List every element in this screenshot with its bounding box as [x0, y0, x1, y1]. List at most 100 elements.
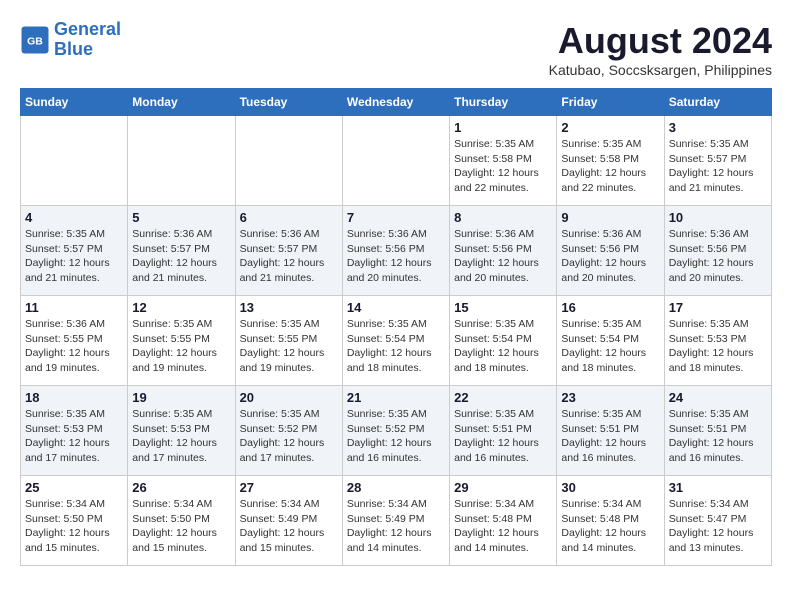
day-number: 22 [454, 390, 552, 405]
day-info: Sunrise: 5:35 AM Sunset: 5:53 PM Dayligh… [132, 407, 230, 466]
calendar-cell: 10 Sunrise: 5:36 AM Sunset: 5:56 PM Dayli… [664, 206, 771, 296]
day-of-week-header: Thursday [450, 89, 557, 116]
day-of-week-header: Friday [557, 89, 664, 116]
day-number: 8 [454, 210, 552, 225]
calendar-cell [235, 116, 342, 206]
day-number: 2 [561, 120, 659, 135]
calendar-cell: 2 Sunrise: 5:35 AM Sunset: 5:58 PM Daylig… [557, 116, 664, 206]
page-header: GB General Blue August 2024 Katubao, Soc… [20, 20, 772, 78]
day-info: Sunrise: 5:35 AM Sunset: 5:53 PM Dayligh… [669, 317, 767, 376]
calendar-cell: 17 Sunrise: 5:35 AM Sunset: 5:53 PM Dayli… [664, 296, 771, 386]
day-info: Sunrise: 5:35 AM Sunset: 5:54 PM Dayligh… [347, 317, 445, 376]
calendar-header-row: SundayMondayTuesdayWednesdayThursdayFrid… [21, 89, 772, 116]
day-info: Sunrise: 5:36 AM Sunset: 5:56 PM Dayligh… [454, 227, 552, 286]
day-info: Sunrise: 5:36 AM Sunset: 5:57 PM Dayligh… [132, 227, 230, 286]
calendar-cell: 20Sunrise: 5:35 AM Sunset: 5:52 PM Dayli… [235, 386, 342, 476]
day-of-week-header: Tuesday [235, 89, 342, 116]
day-number: 5 [132, 210, 230, 225]
day-number: 24 [669, 390, 767, 405]
day-number: 31 [669, 480, 767, 495]
calendar-cell: 23Sunrise: 5:35 AM Sunset: 5:51 PM Dayli… [557, 386, 664, 476]
day-number: 17 [669, 300, 767, 315]
day-info: Sunrise: 5:34 AM Sunset: 5:49 PM Dayligh… [240, 497, 338, 556]
calendar-cell: 5 Sunrise: 5:36 AM Sunset: 5:57 PM Daylig… [128, 206, 235, 296]
day-number: 12 [132, 300, 230, 315]
day-info: Sunrise: 5:35 AM Sunset: 5:58 PM Dayligh… [454, 137, 552, 196]
day-info: Sunrise: 5:35 AM Sunset: 5:58 PM Dayligh… [561, 137, 659, 196]
day-info: Sunrise: 5:35 AM Sunset: 5:53 PM Dayligh… [25, 407, 123, 466]
day-info: Sunrise: 5:36 AM Sunset: 5:56 PM Dayligh… [561, 227, 659, 286]
day-info: Sunrise: 5:34 AM Sunset: 5:49 PM Dayligh… [347, 497, 445, 556]
day-info: Sunrise: 5:35 AM Sunset: 5:54 PM Dayligh… [454, 317, 552, 376]
calendar-cell [128, 116, 235, 206]
day-of-week-header: Wednesday [342, 89, 449, 116]
day-number: 16 [561, 300, 659, 315]
calendar-week-row: 25 Sunrise: 5:34 AM Sunset: 5:50 PM Dayli… [21, 476, 772, 566]
calendar-cell: 29 Sunrise: 5:34 AM Sunset: 5:48 PM Dayli… [450, 476, 557, 566]
day-number: 30 [561, 480, 659, 495]
day-info: Sunrise: 5:36 AM Sunset: 5:57 PM Dayligh… [240, 227, 338, 286]
day-number: 4 [25, 210, 123, 225]
day-info: Sunrise: 5:35 AM Sunset: 5:55 PM Dayligh… [240, 317, 338, 376]
title-block: August 2024 Katubao, Soccsksargen, Phili… [549, 20, 772, 78]
day-info: Sunrise: 5:35 AM Sunset: 5:51 PM Dayligh… [669, 407, 767, 466]
day-info: Sunrise: 5:34 AM Sunset: 5:48 PM Dayligh… [454, 497, 552, 556]
day-number: 28 [347, 480, 445, 495]
calendar-cell [342, 116, 449, 206]
calendar-cell: 13Sunrise: 5:35 AM Sunset: 5:55 PM Dayli… [235, 296, 342, 386]
calendar-cell: 11 Sunrise: 5:36 AM Sunset: 5:55 PM Dayli… [21, 296, 128, 386]
day-number: 26 [132, 480, 230, 495]
day-of-week-header: Saturday [664, 89, 771, 116]
day-info: Sunrise: 5:35 AM Sunset: 5:57 PM Dayligh… [25, 227, 123, 286]
day-info: Sunrise: 5:34 AM Sunset: 5:50 PM Dayligh… [132, 497, 230, 556]
day-number: 19 [132, 390, 230, 405]
day-info: Sunrise: 5:35 AM Sunset: 5:54 PM Dayligh… [561, 317, 659, 376]
day-info: Sunrise: 5:34 AM Sunset: 5:50 PM Dayligh… [25, 497, 123, 556]
calendar-cell: 19 Sunrise: 5:35 AM Sunset: 5:53 PM Dayli… [128, 386, 235, 476]
calendar-cell: 27 Sunrise: 5:34 AM Sunset: 5:49 PM Dayli… [235, 476, 342, 566]
day-number: 27 [240, 480, 338, 495]
day-of-week-header: Monday [128, 89, 235, 116]
day-number: 10 [669, 210, 767, 225]
day-info: Sunrise: 5:34 AM Sunset: 5:47 PM Dayligh… [669, 497, 767, 556]
day-info: Sunrise: 5:36 AM Sunset: 5:56 PM Dayligh… [669, 227, 767, 286]
logo-line1: General [54, 19, 121, 39]
day-number: 3 [669, 120, 767, 135]
day-info: Sunrise: 5:35 AM Sunset: 5:57 PM Dayligh… [669, 137, 767, 196]
calendar-cell: 18 Sunrise: 5:35 AM Sunset: 5:53 PM Dayli… [21, 386, 128, 476]
calendar-cell: 28 Sunrise: 5:34 AM Sunset: 5:49 PM Dayli… [342, 476, 449, 566]
calendar-week-row: 4 Sunrise: 5:35 AM Sunset: 5:57 PM Daylig… [21, 206, 772, 296]
day-info: Sunrise: 5:34 AM Sunset: 5:48 PM Dayligh… [561, 497, 659, 556]
calendar-cell: 16 Sunrise: 5:35 AM Sunset: 5:54 PM Dayli… [557, 296, 664, 386]
day-number: 20 [240, 390, 338, 405]
logo: GB General Blue [20, 20, 121, 60]
calendar-cell: 31 Sunrise: 5:34 AM Sunset: 5:47 PM Dayli… [664, 476, 771, 566]
calendar-cell: 3 Sunrise: 5:35 AM Sunset: 5:57 PM Daylig… [664, 116, 771, 206]
calendar-cell: 30 Sunrise: 5:34 AM Sunset: 5:48 PM Dayli… [557, 476, 664, 566]
day-of-week-header: Sunday [21, 89, 128, 116]
calendar-title: August 2024 [549, 20, 772, 62]
calendar-cell: 14Sunrise: 5:35 AM Sunset: 5:54 PM Dayli… [342, 296, 449, 386]
calendar-cell: 9Sunrise: 5:36 AM Sunset: 5:56 PM Daylig… [557, 206, 664, 296]
calendar-cell: 12Sunrise: 5:35 AM Sunset: 5:55 PM Dayli… [128, 296, 235, 386]
calendar-cell: 25 Sunrise: 5:34 AM Sunset: 5:50 PM Dayli… [21, 476, 128, 566]
calendar-cell: 22Sunrise: 5:35 AM Sunset: 5:51 PM Dayli… [450, 386, 557, 476]
calendar-cell: 7Sunrise: 5:36 AM Sunset: 5:56 PM Daylig… [342, 206, 449, 296]
calendar-cell: 1Sunrise: 5:35 AM Sunset: 5:58 PM Daylig… [450, 116, 557, 206]
svg-text:GB: GB [27, 35, 43, 47]
calendar-cell [21, 116, 128, 206]
calendar-cell: 24 Sunrise: 5:35 AM Sunset: 5:51 PM Dayli… [664, 386, 771, 476]
day-number: 15 [454, 300, 552, 315]
day-info: Sunrise: 5:36 AM Sunset: 5:55 PM Dayligh… [25, 317, 123, 376]
day-number: 29 [454, 480, 552, 495]
calendar-subtitle: Katubao, Soccsksargen, Philippines [549, 62, 772, 78]
calendar-cell: 6 Sunrise: 5:36 AM Sunset: 5:57 PM Daylig… [235, 206, 342, 296]
day-info: Sunrise: 5:35 AM Sunset: 5:52 PM Dayligh… [347, 407, 445, 466]
calendar-cell: 26 Sunrise: 5:34 AM Sunset: 5:50 PM Dayli… [128, 476, 235, 566]
day-number: 6 [240, 210, 338, 225]
day-number: 25 [25, 480, 123, 495]
day-number: 11 [25, 300, 123, 315]
calendar-table: SundayMondayTuesdayWednesdayThursdayFrid… [20, 88, 772, 566]
day-number: 18 [25, 390, 123, 405]
day-number: 21 [347, 390, 445, 405]
